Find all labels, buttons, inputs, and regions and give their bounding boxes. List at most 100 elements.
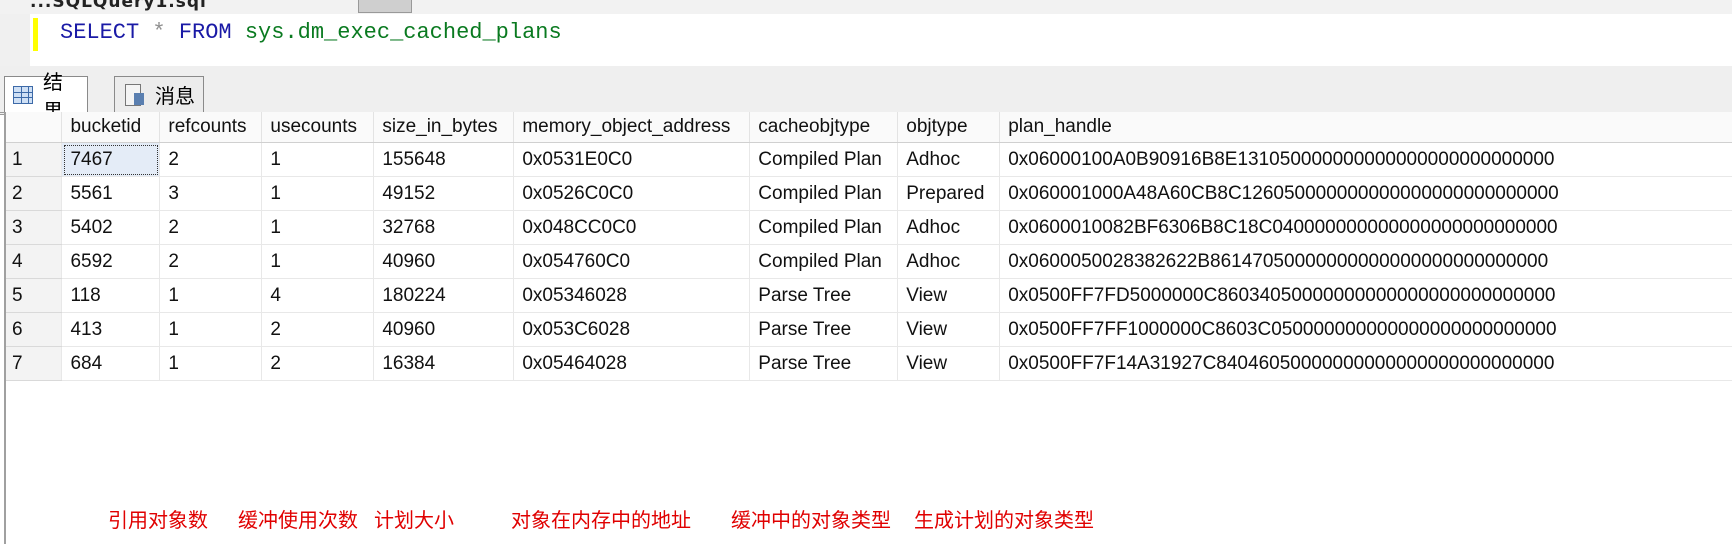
cell-plan-handle[interactable]: 0x0500FF7F14A31927C840460500000000000000… [999, 346, 1732, 381]
row-number[interactable]: 7 [6, 346, 63, 381]
row-number[interactable]: 3 [6, 210, 63, 245]
operator-star: * [152, 20, 166, 45]
cell-cacheobjtype[interactable]: Parse Tree [749, 278, 899, 313]
cell-refcounts[interactable]: 1 [159, 346, 263, 381]
cell-objtype[interactable]: Adhoc [897, 142, 1001, 177]
cell-refcounts[interactable]: 1 [159, 278, 263, 313]
cell-cacheobjtype[interactable]: Compiled Plan [749, 176, 899, 211]
cell-memory-object-address[interactable]: 0x054760C0 [513, 244, 751, 279]
cell-plan-handle[interactable]: 0x0500FF7FD5000000C860340500000000000000… [999, 278, 1732, 313]
cell-size-in-bytes[interactable]: 49152 [373, 176, 515, 211]
cell-usecounts[interactable]: 2 [261, 346, 375, 381]
cell-refcounts[interactable]: 2 [159, 244, 263, 279]
cell-objtype[interactable]: Adhoc [897, 244, 1001, 279]
cell-objtype[interactable]: Prepared [897, 176, 1001, 211]
cell-plan-handle[interactable]: 0x0500FF7FF1000000C8603C0500000000000000… [999, 312, 1732, 347]
row-number[interactable]: 4 [6, 244, 63, 279]
annotation-row: 引用对象数 缓冲使用次数 计划大小 对象在内存中的地址 缓冲中的对象类型 生成计… [6, 504, 1732, 534]
cell-bucketid[interactable]: 5402 [61, 210, 161, 245]
cell-bucketid[interactable]: 6592 [61, 244, 161, 279]
cell-size-in-bytes[interactable]: 40960 [373, 244, 515, 279]
cell-memory-object-address[interactable]: 0x05464028 [513, 346, 751, 381]
cell-objtype[interactable]: View [897, 346, 1001, 381]
cell-size-in-bytes[interactable]: 16384 [373, 346, 515, 381]
cell-objtype[interactable]: Adhoc [897, 210, 1001, 245]
column-header-objtype[interactable]: objtype [897, 112, 1001, 143]
document-tab-label[interactable]: ...SQLQuery1.sql [30, 0, 207, 12]
cell-usecounts[interactable]: 1 [261, 142, 375, 177]
tab-results[interactable]: 结果 [4, 72, 88, 123]
table-row[interactable]: 2 5561 3 1 49152 0x0526C0C0 Compiled Plan Prepa… [6, 176, 1732, 211]
cell-memory-object-address[interactable]: 0x048CC0C0 [513, 210, 751, 245]
results-table: bucketid refcounts usecounts size_in_bytes m… [6, 112, 1732, 381]
grid-header-row: bucketid refcounts usecounts size_in_bytes m… [6, 112, 1732, 143]
cell-memory-object-address[interactable]: 0x0526C0C0 [513, 176, 751, 211]
column-header-refcounts[interactable]: refcounts [159, 112, 263, 143]
tab-messages-label: 消息 [155, 86, 195, 108]
cell-objtype[interactable]: View [897, 278, 1001, 313]
column-header-memory-object-address[interactable]: memory_object_address [513, 112, 751, 143]
cell-usecounts[interactable]: 1 [261, 244, 375, 279]
column-header-plan-handle[interactable]: plan_handle [999, 112, 1732, 143]
table-row[interactable]: 1 7467 2 1 155648 0x0531E0C0 Compiled Plan Adho… [6, 142, 1732, 177]
cell-usecounts[interactable]: 4 [261, 278, 375, 313]
table-row[interactable]: 7 684 1 2 16384 0x05464028 Parse Tree View 0x050… [6, 346, 1732, 381]
keyword-select: SELECT [60, 20, 140, 45]
cell-memory-object-address[interactable]: 0x05346028 [513, 278, 751, 313]
annotation-cacheobjtype: 缓冲中的对象类型 [731, 508, 891, 532]
row-number[interactable]: 1 [6, 142, 63, 177]
cell-usecounts[interactable]: 1 [261, 210, 375, 245]
tab-messages[interactable]: 消息 [114, 76, 204, 112]
cell-plan-handle[interactable]: 0x06000100A0B90916B8E1310500000000000000… [999, 142, 1732, 177]
results-grid[interactable]: bucketid refcounts usecounts size_in_bytes m… [4, 112, 1732, 544]
cell-cacheobjtype[interactable]: Compiled Plan [749, 142, 899, 177]
cell-bucketid[interactable]: 7467 [61, 142, 161, 177]
cell-memory-object-address[interactable]: 0x0531E0C0 [513, 142, 751, 177]
messages-icon [123, 83, 145, 106]
grid-icon [13, 86, 33, 104]
cell-objtype[interactable]: View [897, 312, 1001, 347]
results-tab-bar: 结果 消息 [0, 66, 1732, 123]
cell-size-in-bytes[interactable]: 155648 [373, 142, 515, 177]
cell-refcounts[interactable]: 2 [159, 210, 263, 245]
table-row[interactable]: 3 5402 2 1 32768 0x048CC0C0 Compiled Plan Adhoc… [6, 210, 1732, 245]
cell-bucketid[interactable]: 413 [61, 312, 161, 347]
row-number[interactable]: 6 [6, 312, 63, 347]
cell-size-in-bytes[interactable]: 32768 [373, 210, 515, 245]
cell-plan-handle[interactable]: 0x0600010082BF6306B8C18C0400000000000000… [999, 210, 1732, 245]
cell-memory-object-address[interactable]: 0x053C6028 [513, 312, 751, 347]
query-editor[interactable]: SELECT * FROM sys.dm_exec_cached_plans [0, 14, 1732, 66]
cell-cacheobjtype[interactable]: Compiled Plan [749, 210, 899, 245]
cell-bucketid[interactable]: 118 [61, 278, 161, 313]
column-header-size-in-bytes[interactable]: size_in_bytes [373, 112, 515, 143]
cell-cacheobjtype[interactable]: Parse Tree [749, 312, 899, 347]
cell-bucketid[interactable]: 684 [61, 346, 161, 381]
cell-refcounts[interactable]: 3 [159, 176, 263, 211]
cell-plan-handle[interactable]: 0x0600050028382622B861470500000000000000… [999, 244, 1732, 279]
cell-bucketid[interactable]: 5561 [61, 176, 161, 211]
table-row[interactable]: 5 118 1 4 180224 0x05346028 Parse Tree View 0x05… [6, 278, 1732, 313]
cell-usecounts[interactable]: 2 [261, 312, 375, 347]
query-text[interactable]: SELECT * FROM sys.dm_exec_cached_plans [60, 20, 562, 45]
cell-size-in-bytes[interactable]: 180224 [373, 278, 515, 313]
cell-cacheobjtype[interactable]: Compiled Plan [749, 244, 899, 279]
column-header-usecounts[interactable]: usecounts [261, 112, 375, 143]
cell-usecounts[interactable]: 1 [261, 176, 375, 211]
cell-refcounts[interactable]: 1 [159, 312, 263, 347]
row-number-header[interactable] [6, 112, 63, 143]
cell-refcounts[interactable]: 2 [159, 142, 263, 177]
cell-size-in-bytes[interactable]: 40960 [373, 312, 515, 347]
annotation-objtype: 生成计划的对象类型 [914, 508, 1094, 532]
row-number[interactable]: 2 [6, 176, 63, 211]
column-header-bucketid[interactable]: bucketid [61, 112, 161, 143]
table-row[interactable]: 4 6592 2 1 40960 0x054760C0 Compiled Plan Adhoc… [6, 244, 1732, 279]
object-name: sys.dm_exec_cached_plans [244, 20, 562, 45]
cell-plan-handle[interactable]: 0x060001000A48A60CB8C1260500000000000000… [999, 176, 1732, 211]
document-tab-secondary[interactable] [358, 0, 412, 13]
annotation-size: 计划大小 [374, 508, 454, 532]
cell-cacheobjtype[interactable]: Parse Tree [749, 346, 899, 381]
table-row[interactable]: 6 413 1 2 40960 0x053C6028 Parse Tree View 0x050… [6, 312, 1732, 347]
column-header-cacheobjtype[interactable]: cacheobjtype [749, 112, 899, 143]
row-number[interactable]: 5 [6, 278, 63, 313]
annotation-refcounts: 引用对象数 [108, 508, 208, 532]
